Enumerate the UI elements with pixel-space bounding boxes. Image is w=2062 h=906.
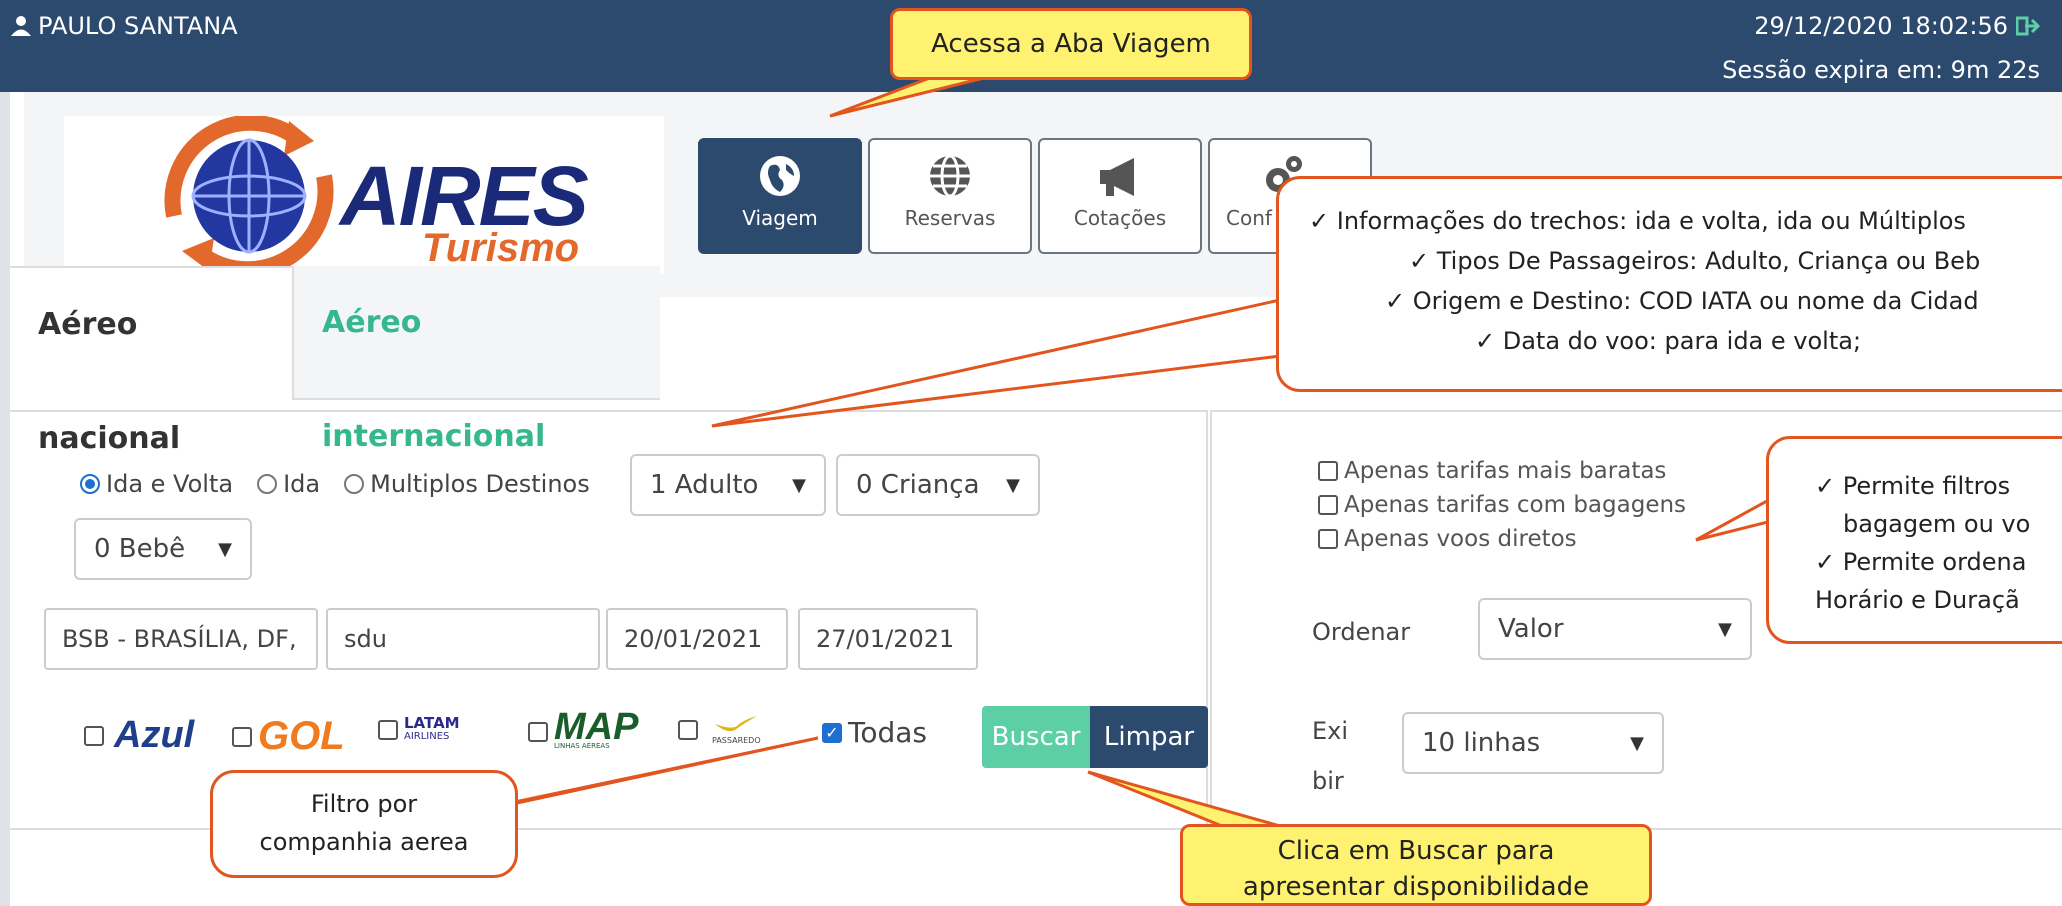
callout-filtros: ✓ Permite filtros bagagem ou vo ✓ Permit… xyxy=(1766,436,2062,644)
callout-line: ✓ Tipos De Passageiros: Adulto, Criança … xyxy=(1409,247,1981,275)
callout-line: ✓ Permite ordena xyxy=(1815,548,2027,576)
callout-aba-viagem: Acessa a Aba Viagem xyxy=(890,8,1252,80)
callout-line: ✓ Informações do trechos: ida e volta, i… xyxy=(1309,207,1966,235)
callout-companhia: Filtro por companhia aerea xyxy=(210,770,518,878)
callout-line: bagagem ou vo xyxy=(1843,510,2031,538)
callout-line: Horário e Duraçã xyxy=(1815,586,2020,614)
callout-buscar: Clica em Buscar para apresentar disponib… xyxy=(1180,824,1652,906)
callout-line: ✓ Data do voo: para ida e volta; xyxy=(1475,327,1862,355)
callout-trechos-info: ✓ Informações do trechos: ida e volta, i… xyxy=(1276,176,2062,392)
callout-line: ✓ Origem e Destino: COD IATA ou nome da … xyxy=(1385,287,1979,315)
callout-line: ✓ Permite filtros xyxy=(1815,472,2011,500)
